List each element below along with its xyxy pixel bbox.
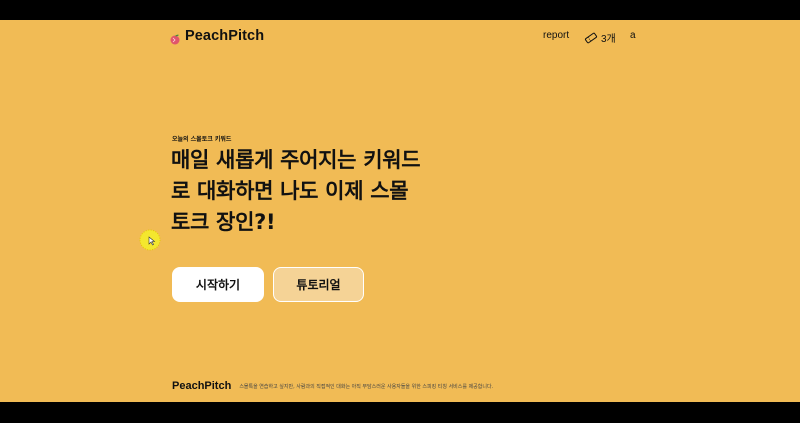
- tutorial-button[interactable]: 튜토리얼: [273, 267, 364, 302]
- headline-line: 토크 장인?!: [171, 210, 276, 234]
- footer: PeachPitch 스몰톡을 연습하고 싶지만, 사람과의 직접적인 대화는 …: [172, 380, 493, 392]
- ticket-icon: [584, 32, 598, 43]
- top-nav: PeachPitch report 3개 a: [0, 20, 800, 56]
- report-link[interactable]: report: [543, 30, 569, 41]
- logo-text: PeachPitch: [185, 28, 265, 44]
- footer-logo: PeachPitch: [172, 380, 232, 392]
- ticket-count-label: 3개: [601, 34, 616, 45]
- user-menu[interactable]: a: [630, 30, 636, 41]
- hero-headline: 매일 새롭게 주어지는 키워드 로 대화하면 나도 이제 스몰 토크 장인?!: [171, 145, 431, 238]
- hero-kicker: 오늘의 스몰토크 키워드: [172, 136, 232, 143]
- logo[interactable]: PeachPitch: [169, 28, 265, 45]
- click-indicator-icon: [139, 229, 161, 251]
- start-button[interactable]: 시작하기: [172, 267, 264, 302]
- headline-line: 로 대화하면 나도 이제 스몰: [171, 179, 409, 203]
- headline-line: 매일 새롭게 주어지는 키워드: [171, 148, 421, 172]
- ticket-count[interactable]: 3개: [584, 30, 616, 45]
- page-frame: PeachPitch report 3개 a 오늘의 스몰토크 키워드 매일 새…: [0, 20, 800, 402]
- peach-icon: [169, 30, 181, 45]
- footer-description: 스몰톡을 연습하고 싶지만, 사람과의 직접적인 대화는 아직 부담스러운 사용…: [239, 383, 494, 390]
